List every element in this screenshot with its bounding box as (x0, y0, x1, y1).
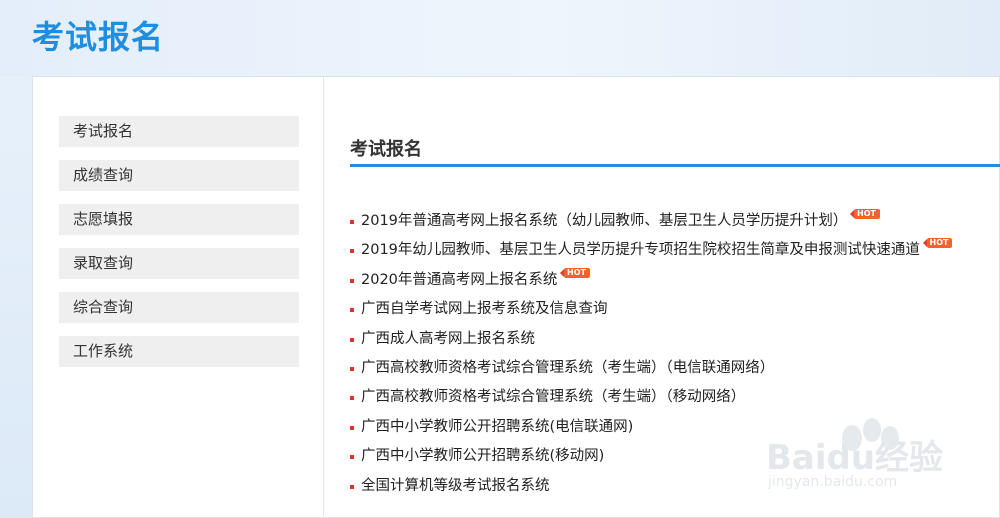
bullet-icon (350, 396, 354, 401)
hot-badge: HOT (922, 238, 953, 249)
link-2020-gaokao-registration[interactable]: 2020年普通高考网上报名系统 (361, 272, 557, 288)
sidebar-item-general-query[interactable]: 综合查询 (59, 292, 299, 323)
sidebar-item-score-query[interactable]: 成绩查询 (59, 160, 299, 191)
watermark-url: jingyan.baidu.com (768, 474, 898, 490)
link-2019-gaokao-registration[interactable]: 2019年普通高考网上报名系统（幼儿园教师、基层卫生人员学历提升计划） (361, 213, 847, 229)
baidu-jingyan-watermark: Baidu经验 jingyan.baidu.com (760, 408, 960, 498)
header-banner: 考试报名 (0, 0, 1000, 76)
link-self-study-exam-system[interactable]: 广西自学考试网上报考系统及信息查询 (361, 301, 608, 317)
bullet-icon (350, 278, 354, 283)
section-divider (350, 164, 1000, 167)
bullet-icon (350, 484, 354, 489)
bullet-icon (350, 366, 354, 371)
hot-badge: HOT (850, 209, 880, 219)
sidebar-item-exam-registration[interactable]: 考试报名 (59, 116, 299, 147)
list-item: 2019年幼儿园教师、基层卫生人员学历提升专项招生院校招生简章及申报测试快速通道… (350, 236, 953, 265)
section-title: 考试报名 (350, 139, 422, 160)
link-adult-gaokao-registration[interactable]: 广西成人高考网上报名系统 (361, 331, 535, 347)
link-teacher-recruitment-telecom[interactable]: 广西中小学教师公开招聘系统(电信联通网) (361, 419, 633, 435)
sidebar-item-admission-query[interactable]: 录取查询 (59, 248, 299, 279)
sidebar-item-work-system[interactable]: 工作系统 (59, 336, 299, 367)
bullet-icon (350, 455, 354, 460)
list-item: 广西自学考试网上报考系统及信息查询 (350, 295, 952, 324)
list-item: 广西高校教师资格考试综合管理系统（考生端）（电信联通网络） (350, 354, 952, 383)
page-title: 考试报名 (32, 18, 165, 56)
list-item: 2020年普通高考网上报名系统 HOT (350, 266, 952, 295)
link-computer-rank-exam[interactable]: 全国计算机等级考试报名系统 (361, 478, 550, 494)
link-2019-special-enrollment-guide[interactable]: 2019年幼儿园教师、基层卫生人员学历提升专项招生院校招生简章及申报测试快速通道 (361, 242, 920, 258)
link-teacher-qualification-telecom[interactable]: 广西高校教师资格考试综合管理系统（考生端）（电信联通网络） (361, 360, 774, 376)
watermark-brand: Baidu经验 (766, 438, 944, 478)
link-teacher-recruitment-mobile[interactable]: 广西中小学教师公开招聘系统(移动网) (361, 448, 604, 464)
link-teacher-qualification-mobile[interactable]: 广西高校教师资格考试综合管理系统（考生端）（移动网络） (361, 389, 745, 405)
bullet-icon (350, 337, 354, 342)
hot-badge: HOT (560, 267, 590, 278)
bullet-icon (350, 220, 354, 224)
bullet-icon (350, 249, 354, 254)
list-item: 广西成人高考网上报名系统 (350, 325, 952, 354)
bullet-icon (350, 308, 354, 313)
sidebar-item-application-filling[interactable]: 志愿填报 (59, 204, 299, 235)
list-item: 2019年普通高考网上报名系统（幼儿园教师、基层卫生人员学历提升计划） HOT (350, 207, 952, 236)
bullet-icon (350, 425, 354, 430)
sidebar: 考试报名 成绩查询 志愿填报 录取查询 综合查询 工作系统 (33, 77, 324, 517)
